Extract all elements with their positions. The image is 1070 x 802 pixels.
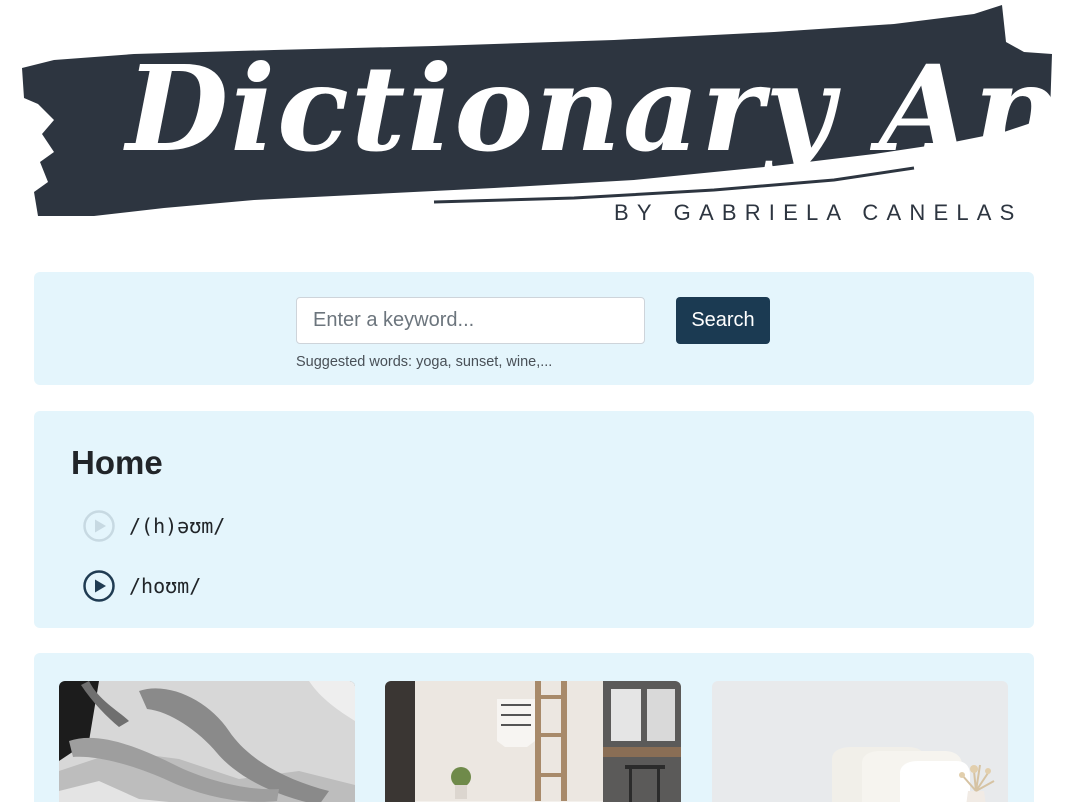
search-button[interactable]: Search — [676, 297, 770, 344]
photos-panel — [34, 653, 1034, 802]
logo-title: Dictionary App — [123, 39, 1056, 178]
search-input[interactable] — [296, 297, 645, 344]
word-title: Home — [71, 444, 163, 481]
dictionary-app-page: Dictionary App BY GABRIELA CANELAS Searc… — [0, 0, 1070, 802]
phonetic-text: /(h)əʊm/ — [129, 514, 226, 538]
phonetic-row: /hoʊm/ — [82, 569, 201, 603]
logo-subtitle: BY GABRIELA CANELAS — [614, 200, 1023, 225]
photo-bed-pillows[interactable] — [712, 681, 1008, 802]
app-logo: Dictionary App BY GABRIELA CANELAS — [14, 2, 1056, 228]
photo-bedroom-bw[interactable] — [59, 681, 355, 802]
search-panel: Search Suggested words: yoga, sunset, wi… — [34, 272, 1034, 385]
photo-living-room-ladder[interactable] — [385, 681, 681, 802]
play-audio-icon[interactable] — [82, 509, 116, 543]
phonetic-text: /hoʊm/ — [129, 574, 202, 598]
result-panel: Home /(h)əʊm/ /hoʊm/ — [34, 411, 1034, 628]
suggested-words-hint: Suggested words: yoga, sunset, wine,... — [296, 354, 553, 370]
phonetic-row: /(h)əʊm/ — [82, 509, 225, 543]
play-audio-icon[interactable] — [82, 569, 116, 603]
